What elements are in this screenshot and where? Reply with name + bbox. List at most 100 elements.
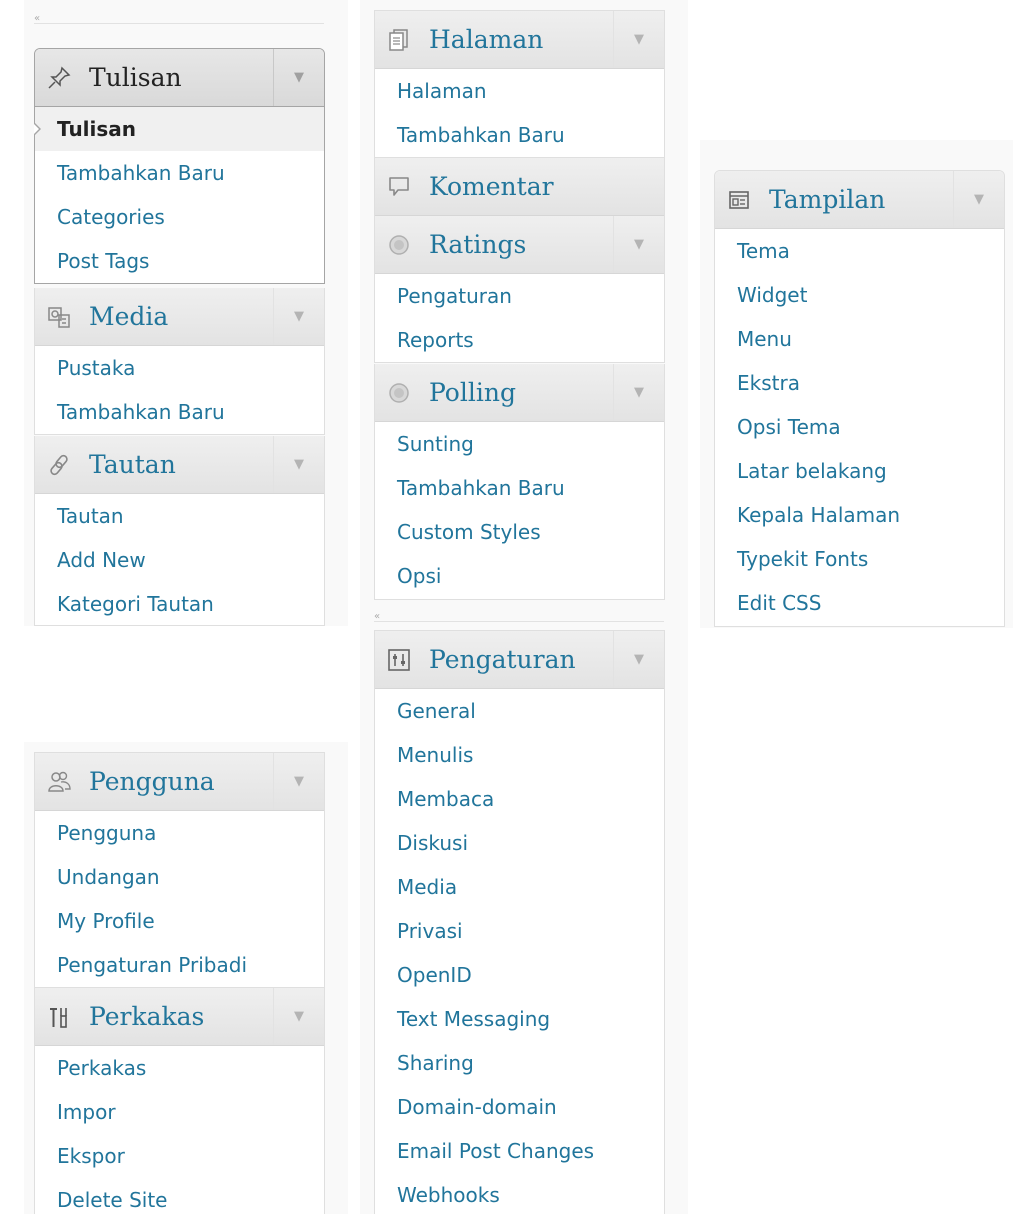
menu-perkakas: Perkakas ▼ Perkakas Impor Ekspor Delete … <box>34 988 325 1214</box>
menu-item-edit-css[interactable]: Edit CSS <box>715 581 1004 625</box>
menu-item-tulisan[interactable]: Tulisan <box>34 107 324 151</box>
menu-pengguna-header[interactable]: Pengguna ▼ <box>35 753 324 811</box>
menu-item-my-profile[interactable]: My Profile <box>35 899 324 943</box>
toggle-arrow-icon[interactable]: ▼ <box>273 753 324 810</box>
menu-tampilan: Tampilan ▼ Tema Widget Menu Ekstra Opsi … <box>714 170 1005 627</box>
menu-halaman-header[interactable]: Halaman ▼ <box>375 11 664 69</box>
menu-item-membaca[interactable]: Membaca <box>375 777 664 821</box>
menu-tulisan-header[interactable]: Tulisan ▼ <box>35 49 324 107</box>
appearance-icon <box>727 188 751 212</box>
menu-item-opsi-tema[interactable]: Opsi Tema <box>715 405 1004 449</box>
menu-item-pustaka[interactable]: Pustaka <box>35 346 324 390</box>
menu-item-ekstra[interactable]: Ekstra <box>715 361 1004 405</box>
collapse-icon: « <box>34 13 41 24</box>
menu-item-general[interactable]: General <box>375 689 664 733</box>
menu-item-tambahkan-baru[interactable]: Tambahkan Baru <box>375 466 664 510</box>
menu-item-pengaturan[interactable]: Pengaturan <box>375 274 664 318</box>
menu-item-pengaturan-pribadi[interactable]: Pengaturan Pribadi <box>35 943 324 987</box>
menu-title: Tautan <box>89 450 176 479</box>
menu-item-typekit-fonts[interactable]: Typekit Fonts <box>715 537 1004 581</box>
tools-icon <box>47 1005 71 1029</box>
menu-item-impor[interactable]: Impor <box>35 1090 324 1134</box>
menu-item-reports[interactable]: Reports <box>375 318 664 362</box>
toggle-arrow-icon[interactable]: ▼ <box>613 216 664 273</box>
toggle-arrow-icon[interactable]: ▼ <box>273 436 324 493</box>
menu-tulisan: Tulisan ▼ Tulisan Tambahkan Baru Categor… <box>34 48 325 284</box>
menu-title: Tulisan <box>89 63 182 92</box>
menu-tampilan-header[interactable]: Tampilan ▼ <box>715 171 1004 229</box>
menu-item-privasi[interactable]: Privasi <box>375 909 664 953</box>
menu-media-header[interactable]: Media ▼ <box>35 288 324 346</box>
menu-komentar: Komentar <box>374 158 665 217</box>
menu-ratings-header[interactable]: Ratings ▼ <box>375 216 664 274</box>
menu-media: Media ▼ Pustaka Tambahkan Baru <box>34 288 325 435</box>
menu-item-pengguna[interactable]: Pengguna <box>35 811 324 855</box>
menu-item-tema[interactable]: Tema <box>715 229 1004 273</box>
circle-icon <box>387 233 411 257</box>
menu-item-post-tags[interactable]: Post Tags <box>35 239 324 283</box>
collapse-icon: « <box>374 611 381 622</box>
settings-icon <box>387 648 411 672</box>
menu-item-menu[interactable]: Menu <box>715 317 1004 361</box>
menu-item-diskusi[interactable]: Diskusi <box>375 821 664 865</box>
menu-item-tautan[interactable]: Tautan <box>35 494 324 538</box>
menu-item-latar-belakang[interactable]: Latar belakang <box>715 449 1004 493</box>
menu-item-menulis[interactable]: Menulis <box>375 733 664 777</box>
menu-item-kepala-halaman[interactable]: Kepala Halaman <box>715 493 1004 537</box>
menu-item-openid[interactable]: OpenID <box>375 953 664 997</box>
menu-item-webhooks[interactable]: Webhooks <box>375 1173 664 1217</box>
comment-icon <box>387 175 411 199</box>
menu-pengaturan-header[interactable]: Pengaturan ▼ <box>375 631 664 689</box>
menu-item-domain-domain[interactable]: Domain-domain <box>375 1085 664 1129</box>
menu-title: Tampilan <box>769 185 886 214</box>
toggle-arrow-icon[interactable]: ▼ <box>273 49 324 106</box>
toggle-arrow-icon[interactable]: ▼ <box>613 631 664 688</box>
toggle-arrow-icon[interactable]: ▼ <box>613 364 664 421</box>
toggle-arrow-icon[interactable]: ▼ <box>953 171 1004 228</box>
menu-pengguna: Pengguna ▼ Pengguna Undangan My Profile … <box>34 752 325 988</box>
menu-halaman: Halaman ▼ Halaman Tambahkan Baru <box>374 10 665 158</box>
toggle-arrow-icon[interactable]: ▼ <box>273 988 324 1045</box>
menu-item-tambahkan-baru[interactable]: Tambahkan Baru <box>35 151 324 195</box>
menu-ratings: Ratings ▼ Pengaturan Reports <box>374 216 665 363</box>
menu-polling-header[interactable]: Polling ▼ <box>375 364 664 422</box>
pushpin-icon <box>47 66 71 90</box>
menu-item-ekspor[interactable]: Ekspor <box>35 1134 324 1178</box>
pages-icon <box>387 28 411 52</box>
menu-tautan-header[interactable]: Tautan ▼ <box>35 436 324 494</box>
menu-item-categories[interactable]: Categories <box>35 195 324 239</box>
menu-title: Perkakas <box>89 1002 205 1031</box>
menu-title: Polling <box>429 378 516 407</box>
circle-icon <box>387 381 411 405</box>
menu-item-perkakas[interactable]: Perkakas <box>35 1046 324 1090</box>
media-icon <box>47 305 71 329</box>
collapse-menu-left[interactable]: « <box>34 10 324 32</box>
menu-item-email-post-changes[interactable]: Email Post Changes <box>375 1129 664 1173</box>
menu-title: Pengguna <box>89 767 215 796</box>
menu-item-delete-site[interactable]: Delete Site <box>35 1178 324 1222</box>
menu-item-opsi[interactable]: Opsi <box>375 554 664 598</box>
menu-item-add-new[interactable]: Add New <box>35 538 324 582</box>
menu-item-sunting[interactable]: Sunting <box>375 422 664 466</box>
menu-title: Komentar <box>429 172 554 201</box>
link-icon <box>47 453 71 477</box>
menu-komentar-header[interactable]: Komentar <box>375 158 664 216</box>
menu-item-undangan[interactable]: Undangan <box>35 855 324 899</box>
menu-item-text-messaging[interactable]: Text Messaging <box>375 997 664 1041</box>
users-icon <box>47 770 71 794</box>
menu-item-sharing[interactable]: Sharing <box>375 1041 664 1085</box>
collapse-menu-middle[interactable]: « <box>374 608 664 630</box>
menu-perkakas-header[interactable]: Perkakas ▼ <box>35 988 324 1046</box>
toggle-arrow-icon[interactable]: ▼ <box>613 11 664 68</box>
menu-item-halaman[interactable]: Halaman <box>375 69 664 113</box>
toggle-arrow-icon[interactable]: ▼ <box>273 288 324 345</box>
menu-item-widget[interactable]: Widget <box>715 273 1004 317</box>
menu-item-media[interactable]: Media <box>375 865 664 909</box>
menu-tautan: Tautan ▼ Tautan Add New Kategori Tautan <box>34 436 325 626</box>
menu-item-kategori-tautan[interactable]: Kategori Tautan <box>35 582 324 626</box>
menu-title: Halaman <box>429 25 544 54</box>
menu-item-tambahkan-baru[interactable]: Tambahkan Baru <box>35 390 324 434</box>
menu-item-tambahkan-baru[interactable]: Tambahkan Baru <box>375 113 664 157</box>
menu-polling: Polling ▼ Sunting Tambahkan Baru Custom … <box>374 364 665 600</box>
menu-item-custom-styles[interactable]: Custom Styles <box>375 510 664 554</box>
